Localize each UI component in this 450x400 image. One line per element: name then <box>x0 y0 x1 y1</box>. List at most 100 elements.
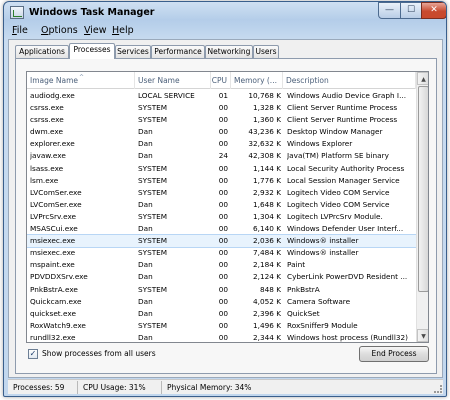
cell-cpu: 00 <box>218 296 228 306</box>
tab-services[interactable]: Services <box>115 45 151 58</box>
cell-memory: 43,236 K <box>248 127 281 137</box>
process-list[interactable]: Image Name ^ User Name CPU Memory (... D… <box>26 71 429 343</box>
cell-cpu: 00 <box>218 224 228 234</box>
cell-memory: 2,036 K <box>253 236 281 246</box>
cell-user-name: Dan <box>138 139 153 149</box>
menu-help[interactable]: Help <box>112 25 134 36</box>
cell-description: PnkBstrA <box>287 284 320 294</box>
cell-description: Local Security Authority Process <box>287 163 405 173</box>
cell-description: CyberLink PowerDVD Resident ... <box>287 272 408 282</box>
cell-memory: 1,304 K <box>253 211 281 221</box>
column-description[interactable]: Description <box>283 72 416 89</box>
column-user-name[interactable]: User Name <box>135 72 211 89</box>
menu-file[interactable]: File <box>12 25 28 36</box>
tab-processes[interactable]: Processes <box>69 43 115 59</box>
table-row[interactable]: msiexec.exe SYSTEM 00 7,484 K Windows® insta… <box>27 247 416 259</box>
cell-memory: 2,932 K <box>253 187 281 197</box>
cell-description: Desktop Window Manager <box>287 127 383 137</box>
table-row[interactable]: lsm.exe SYSTEM 00 1,776 K Local Session Mana… <box>27 175 416 187</box>
table-row[interactable]: rundll32.exe Dan 00 2,344 K Windows host pro… <box>27 332 416 342</box>
table-row[interactable]: PnkBstrA.exe SYSTEM 00 848 K PnkBstrA <box>27 284 416 296</box>
end-process-button[interactable]: End Process <box>359 346 429 362</box>
cell-image-name: PDVDDXSrv.exe <box>30 272 88 282</box>
column-memory[interactable]: Memory (... <box>231 72 283 89</box>
cell-memory: 1,648 K <box>253 199 281 209</box>
cell-cpu: 00 <box>218 260 228 270</box>
tab-performance[interactable]: Performance <box>151 45 205 58</box>
tab-users[interactable]: Users <box>253 45 279 58</box>
scroll-thumb[interactable] <box>418 86 428 292</box>
cell-description: Logitech Video COM Service <box>287 199 390 209</box>
table-row[interactable]: Quickcam.exe Dan 00 4,052 K Camera Software <box>27 296 416 308</box>
table-row[interactable]: msiexec.exe SYSTEM 00 2,036 K Windows® insta… <box>27 234 417 249</box>
cell-memory: 1,776 K <box>253 175 281 185</box>
cell-user-name: Dan <box>138 308 153 318</box>
cell-description: Windows Defender User Interf... <box>287 224 404 234</box>
cell-user-name: SYSTEM <box>138 163 168 173</box>
cell-description: Client Server Runtime Process <box>287 103 398 113</box>
cell-user-name: SYSTEM <box>138 236 168 246</box>
cell-description: Windows® installer <box>287 248 359 258</box>
cell-memory: 1,496 K <box>253 320 281 330</box>
cell-image-name: dwm.exe <box>30 127 63 137</box>
table-row[interactable]: explorer.exe Dan 00 32,632 K Windows Explore… <box>27 138 416 150</box>
table-row[interactable]: lsass.exe SYSTEM 00 1,144 K Local Security A… <box>27 163 416 175</box>
cell-memory: 2,396 K <box>253 308 281 318</box>
title-bar[interactable]: Windows Task Manager — ☐ ✕ <box>4 2 446 24</box>
maximize-button[interactable]: ☐ <box>400 2 422 19</box>
minimize-button[interactable]: — <box>378 2 401 19</box>
cell-user-name: Dan <box>138 296 153 306</box>
cell-image-name: PnkBstrA.exe <box>30 284 78 294</box>
cell-user-name: SYSTEM <box>138 103 168 113</box>
cell-image-name: Quickcam.exe <box>30 296 82 306</box>
cell-cpu: 00 <box>218 199 228 209</box>
table-row[interactable]: csrss.exe SYSTEM 00 1,360 K Client Server Ru… <box>27 114 416 126</box>
tab-networking[interactable]: Networking <box>205 45 253 58</box>
table-row[interactable]: LVComSer.exe Dan 00 1,648 K Logitech Video C… <box>27 199 416 211</box>
tab-applications[interactable]: Applications <box>15 45 69 58</box>
process-rows: audiodg.exe LOCAL SERVICE 01 10,768 K Window… <box>27 90 417 342</box>
task-manager-window: Windows Task Manager — ☐ ✕ File Options … <box>3 1 447 397</box>
cell-user-name: Dan <box>138 272 153 282</box>
menu-options[interactable]: Options <box>41 25 78 36</box>
cell-memory: 2,124 K <box>253 272 281 282</box>
menu-view[interactable]: View <box>84 25 107 36</box>
column-image-name[interactable]: Image Name ^ <box>27 72 135 89</box>
cell-user-name: Dan <box>138 151 153 161</box>
cell-image-name: lsass.exe <box>30 163 64 173</box>
cell-cpu: 00 <box>218 127 228 137</box>
close-button[interactable]: ✕ <box>421 2 446 19</box>
status-processes: Processes: 59 <box>10 381 78 394</box>
table-row[interactable]: PDVDDXSrv.exe Dan 00 2,124 K CyberLink Power… <box>27 271 416 283</box>
show-all-users-checkbox[interactable]: ✓ <box>28 349 38 359</box>
cell-user-name: SYSTEM <box>138 211 168 221</box>
cell-cpu: 00 <box>218 163 228 173</box>
scroll-down-icon[interactable]: ▼ <box>417 329 428 342</box>
resize-grip-icon[interactable] <box>434 385 442 393</box>
cell-cpu: 00 <box>218 187 228 197</box>
list-header: Image Name ^ User Name CPU Memory (... D… <box>27 72 416 89</box>
table-row[interactable]: audiodg.exe LOCAL SERVICE 01 10,768 K Window… <box>27 90 416 102</box>
cell-memory: 1,328 K <box>253 103 281 113</box>
table-row[interactable]: csrss.exe SYSTEM 00 1,328 K Client Server Ru… <box>27 102 416 114</box>
show-all-users-option[interactable]: ✓ Show processes from all users <box>28 349 228 361</box>
cell-cpu: 00 <box>218 115 228 125</box>
table-row[interactable]: MSASCui.exe Dan 00 6,140 K Windows Defender … <box>27 223 416 235</box>
cell-image-name: quickset.exe <box>30 308 76 318</box>
vertical-scrollbar[interactable]: ▲ ▼ <box>416 72 428 342</box>
cell-cpu: 00 <box>218 175 228 185</box>
table-row[interactable]: javaw.exe Dan 24 42,308 K Java(TM) Platform … <box>27 150 416 162</box>
table-row[interactable]: dwm.exe Dan 00 43,236 K Desktop Window Manag… <box>27 126 416 138</box>
table-row[interactable]: LVPrcSrv.exe SYSTEM 00 1,304 K Logitech LVPr… <box>27 211 416 223</box>
table-row[interactable]: mspaint.exe Dan 00 2,184 K Paint <box>27 259 416 271</box>
cell-cpu: 24 <box>218 151 228 161</box>
column-cpu[interactable]: CPU <box>211 72 231 89</box>
cell-description: Logitech Video COM Service <box>287 187 390 197</box>
table-row[interactable]: LVComSer.exe SYSTEM 00 2,932 K Logitech Vide… <box>27 187 416 199</box>
cell-memory: 32,632 K <box>248 139 281 149</box>
cell-cpu: 00 <box>218 272 228 282</box>
scroll-up-icon[interactable]: ▲ <box>417 72 428 85</box>
cell-image-name: rundll32.exe <box>30 332 76 342</box>
table-row[interactable]: RoxWatch9.exe SYSTEM 00 1,496 K RoxSniffer9 … <box>27 320 416 332</box>
table-row[interactable]: quickset.exe Dan 00 2,396 K QuickSet <box>27 308 416 320</box>
